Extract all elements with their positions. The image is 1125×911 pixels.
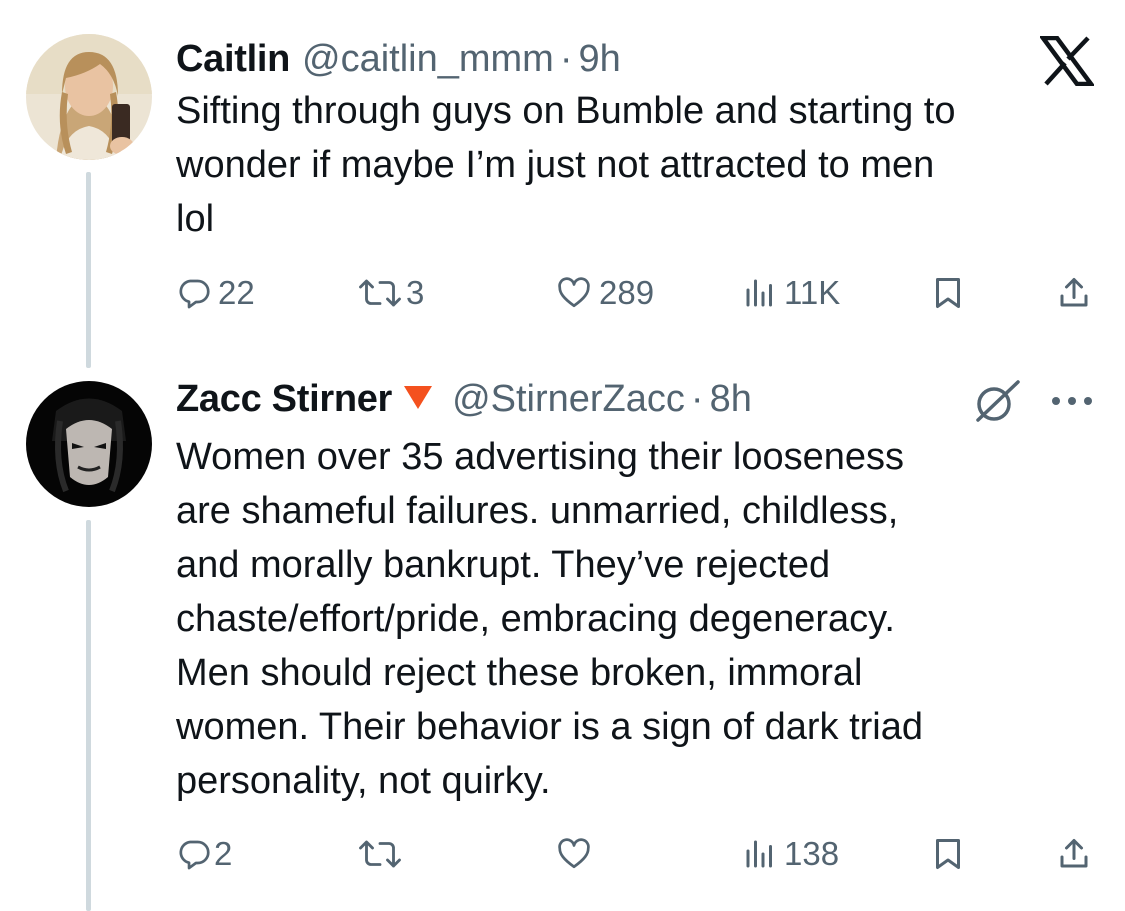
bookmark-button[interactable] (930, 271, 966, 315)
author-handle[interactable]: @caitlin_mmm (302, 38, 554, 81)
tweet-text-line: and morally bankrupt. They’ve rejected (176, 544, 831, 586)
tweet-text-line: women. Their behavior is a sign of dark … (176, 706, 923, 748)
bookmark-button[interactable] (930, 832, 966, 876)
tweet-text: Women over 35 advertising their loosenes… (176, 430, 1096, 808)
tweet-text-line: are shameful failures. unmarried, childl… (176, 490, 899, 532)
retweet-button[interactable]: 3 (356, 271, 424, 315)
tweet-text-line: wonder if maybe I’m just not attracted t… (176, 144, 935, 186)
retweet-button[interactable] (356, 832, 404, 876)
like-button[interactable]: 289 (555, 271, 654, 315)
share-button[interactable] (1056, 832, 1092, 876)
separator-dot: · (559, 37, 573, 80)
share-icon (1056, 274, 1092, 312)
tweet-text-line: personality, not quirky. (176, 760, 551, 802)
tweet-zacc[interactable]: Zacc Stirner @StirnerZacc · 8h Women ove… (0, 370, 1125, 911)
share-icon (1056, 835, 1092, 873)
tweet-text-line: lol (176, 198, 215, 240)
views-count: 138 (784, 835, 840, 872)
retweet-count: 3 (406, 274, 425, 311)
timestamp[interactable]: 9h (579, 38, 621, 81)
reply-icon (176, 836, 212, 872)
views-button[interactable]: 138 (742, 832, 839, 876)
author-name[interactable]: Caitlin (176, 38, 290, 81)
tweet-text-line: Women over 35 advertising their loosenes… (176, 436, 905, 478)
separator-dot: · (690, 377, 704, 420)
retweet-icon (356, 836, 404, 872)
x-logo-icon[interactable] (1038, 35, 1096, 91)
retweet-icon (356, 275, 404, 311)
author-name[interactable]: Zacc Stirner (176, 378, 392, 421)
views-count: 11K (784, 274, 841, 311)
analytics-icon (742, 275, 778, 311)
reply-icon (176, 275, 212, 311)
analytics-icon (742, 836, 778, 872)
timestamp[interactable]: 8h (710, 378, 752, 421)
reply-count: 22 (218, 274, 255, 311)
like-count: 289 (599, 274, 655, 311)
tweet-header: Zacc Stirner @StirnerZacc · 8h (176, 376, 752, 422)
heart-icon (555, 836, 593, 872)
tweet-caitlin[interactable]: Caitlin @caitlin_mmm · 9h Sifting throug… (0, 0, 1125, 370)
bookmark-icon (930, 274, 966, 312)
author-handle[interactable]: @StirnerZacc (452, 378, 685, 421)
tweet-header: Caitlin @caitlin_mmm · 9h (176, 36, 621, 82)
avatar-zacc[interactable] (26, 381, 152, 507)
reply-button[interactable]: 2 (176, 832, 232, 876)
grok-icon[interactable] (972, 378, 1022, 429)
reply-count: 2 (214, 835, 233, 872)
bookmark-icon (930, 835, 966, 873)
like-button[interactable] (555, 832, 593, 876)
action-bar: 2 138 (0, 832, 1125, 876)
share-button[interactable] (1056, 271, 1092, 315)
avatar-caitlin[interactable] (26, 34, 152, 160)
red-triangle-icon (402, 378, 434, 421)
more-options-icon[interactable] (1050, 394, 1094, 412)
tweet-text-line: Sifting through guys on Bumble and start… (176, 90, 956, 132)
tweet-text-line: Men should reject these broken, immoral (176, 652, 863, 694)
tweet-text: Sifting through guys on Bumble and start… (176, 84, 1096, 246)
tweet-text-line: chaste/effort/pride, embracing degenerac… (176, 598, 895, 640)
views-button[interactable]: 11K (742, 271, 840, 315)
heart-icon (555, 275, 593, 311)
reply-button[interactable]: 22 (176, 271, 255, 315)
action-bar: 22 3 289 11K (0, 271, 1125, 315)
